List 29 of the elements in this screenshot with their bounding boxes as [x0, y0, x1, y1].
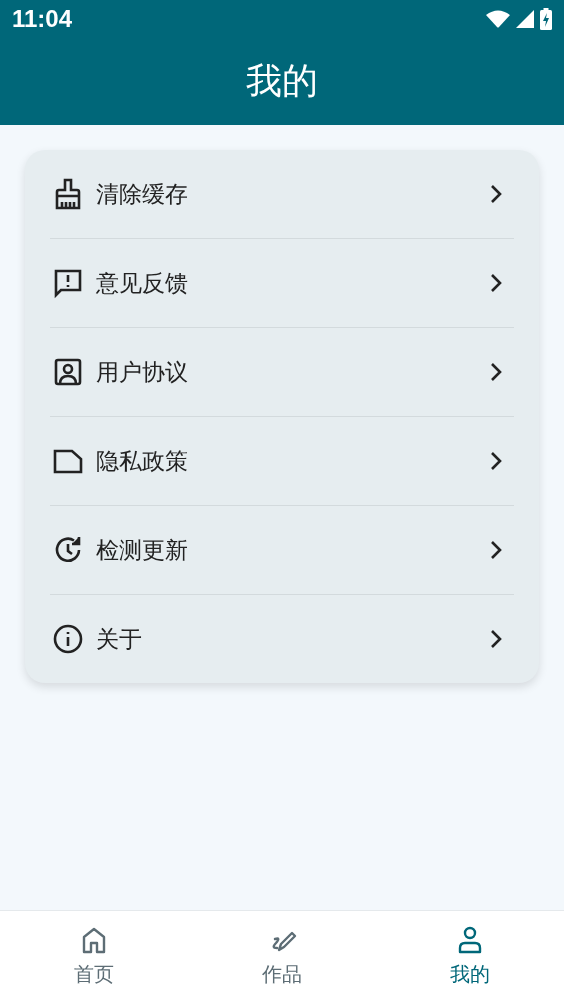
nav-tab[interactable]: 首页	[0, 911, 188, 1002]
menu-label: 检测更新	[96, 535, 189, 565]
battery-icon	[540, 8, 552, 30]
signal-icon	[516, 10, 534, 28]
wifi-icon	[486, 10, 510, 28]
chevron-right-icon	[490, 273, 502, 293]
menu-label: 隐私政策	[96, 446, 189, 476]
menu-label: 意见反馈	[96, 268, 189, 298]
menu-label: 清除缓存	[96, 179, 189, 209]
chevron-right-icon	[490, 362, 502, 382]
menu-item[interactable]: 用户协议	[50, 328, 514, 416]
menu-label: 用户协议	[96, 357, 189, 387]
status-time: 11:04	[12, 5, 73, 33]
nav-tab[interactable]: 作品	[188, 911, 376, 1002]
nav-tab[interactable]: 我的	[376, 911, 564, 1002]
feedback-icon	[52, 267, 84, 299]
menu-item[interactable]: 检测更新	[50, 506, 514, 594]
chevron-right-icon	[490, 629, 502, 649]
chevron-right-icon	[490, 451, 502, 471]
chevron-right-icon	[490, 184, 502, 204]
chevron-right-icon	[490, 540, 502, 560]
menu-label: 关于	[96, 624, 143, 654]
menu-item[interactable]: 清除缓存	[50, 150, 514, 238]
menu-item[interactable]: 关于	[50, 595, 514, 683]
info-icon	[52, 623, 84, 655]
menu-item[interactable]: 隐私政策	[50, 417, 514, 505]
menu-item[interactable]: 意见反馈	[50, 239, 514, 327]
contact-card-icon	[52, 356, 84, 388]
page-title: 我的	[246, 59, 318, 103]
